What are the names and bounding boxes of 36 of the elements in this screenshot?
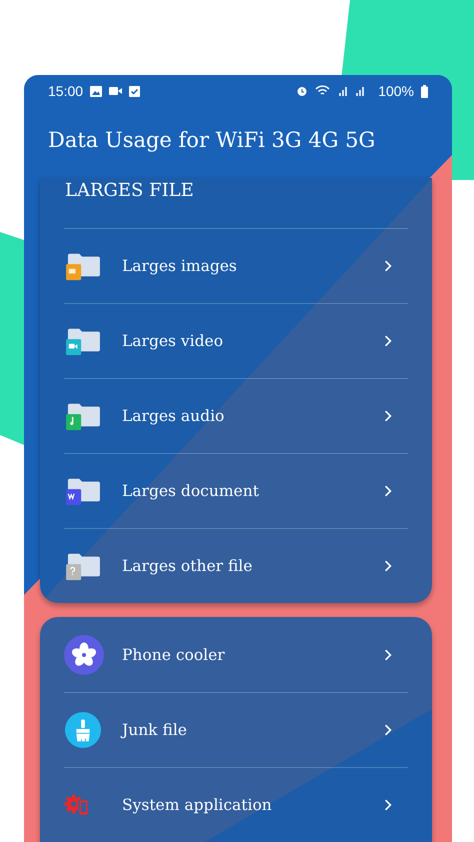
chevron-right-icon [384,485,392,497]
item-label: Phone cooler [122,646,226,664]
item-label: Junk file [122,721,188,739]
item-label: Larges images [122,257,238,275]
chevron-right-icon [384,560,392,572]
fan-icon [64,634,104,674]
chevron-right-icon [384,724,392,736]
chevron-right-icon [384,799,392,811]
tool-item[interactable]: Junk file [64,692,408,767]
battery-percentage: 100% [378,83,414,99]
chevron-right-icon [384,260,392,272]
item-label: Larges other file [122,557,254,575]
file-category-item[interactable]: Larges audio [64,378,408,453]
brush-icon [64,711,102,749]
file-category-item[interactable]: Larges document [64,453,408,528]
video-camera-icon [109,87,122,95]
tool-item[interactable]: Phone cooler [64,617,408,692]
item-label: System application [122,796,273,814]
chevron-right-icon [384,648,392,660]
section-heading: LARGES FILE [64,179,195,203]
battery-icon [421,84,428,98]
item-label: Larges audio [122,407,226,425]
file-category-item[interactable]: Larges images [64,228,408,303]
wifi-icon [315,85,330,97]
file-category-item[interactable]: Larges video [64,303,408,378]
item-label: Larges video [122,332,224,350]
image-icon [90,86,102,96]
checkbox-icon [129,86,140,96]
item-label: Larges document [122,482,260,500]
alarm-icon [296,85,308,97]
status-time: 15:00 [48,83,84,99]
chevron-right-icon [384,410,392,422]
app-title: Data Usage for WiFi 3G 4G 5G [48,128,376,154]
tool-item[interactable]: System application [64,767,408,842]
file-category-item[interactable]: Larges other file [64,528,408,603]
chevron-right-icon [384,335,392,347]
